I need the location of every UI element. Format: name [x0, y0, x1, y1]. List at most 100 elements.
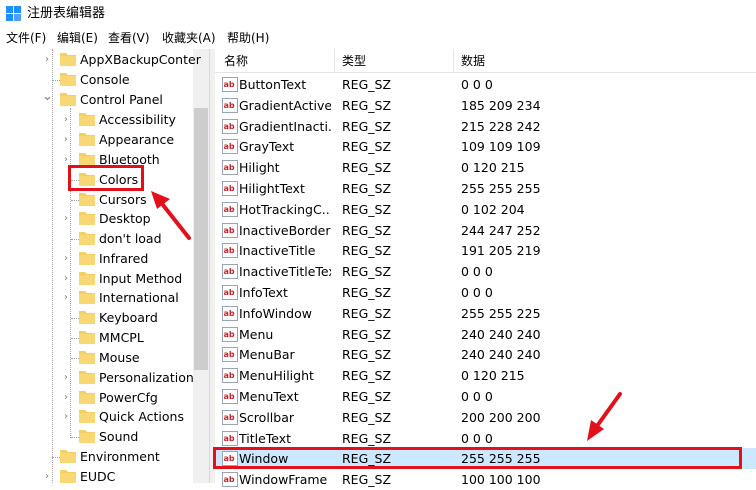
svg-text:ab: ab: [224, 267, 235, 276]
menu-file[interactable]: 文件(F): [6, 30, 46, 46]
list-item[interactable]: ab InactiveTitle REG_SZ 191 205 219: [215, 240, 756, 261]
svg-text:ab: ab: [224, 226, 235, 235]
tree-item[interactable]: › PowerCfg: [0, 388, 192, 408]
tree-item[interactable]: MMCPL: [0, 328, 192, 348]
list-item-name: GrayText: [239, 139, 295, 154]
string-value-icon: ab: [222, 327, 238, 342]
tree-item[interactable]: › Input Method: [0, 269, 192, 289]
list-item-type: REG_SZ: [342, 410, 392, 425]
chevron-down-icon[interactable]: ⌄: [42, 90, 53, 104]
tree-item[interactable]: › Infrared: [0, 249, 192, 269]
list-item[interactable]: ab GradientActive... REG_SZ 185 209 234: [215, 95, 756, 116]
tree-item[interactable]: Mouse: [0, 348, 192, 368]
menu-view[interactable]: 查看(V): [108, 30, 150, 46]
chevron-right-icon[interactable]: ›: [61, 391, 71, 405]
tree-item[interactable]: ⌄ Control Panel: [0, 90, 192, 110]
chevron-right-icon[interactable]: ›: [61, 291, 71, 305]
column-divider[interactable]: [453, 49, 454, 73]
svg-text:ab: ab: [224, 184, 235, 193]
list-item-name: GradientActive...: [239, 98, 331, 113]
column-divider[interactable]: [334, 49, 335, 73]
tree-item[interactable]: › Accessibility: [0, 110, 192, 130]
svg-text:ab: ab: [224, 330, 235, 339]
list-item-type: REG_SZ: [342, 264, 392, 279]
list-item[interactable]: ab HilightText REG_SZ 255 255 255: [215, 178, 756, 199]
list-item-data: 240 240 240: [461, 327, 541, 342]
list-item-data: 200 200 200: [461, 410, 541, 425]
list-item[interactable]: ab GradientInacti... REG_SZ 215 228 242: [215, 116, 756, 137]
list-item-data: 255 255 225: [461, 306, 541, 321]
list-item[interactable]: ab InactiveTitleText REG_SZ 0 0 0: [215, 261, 756, 282]
tree-scrollbar-thumb[interactable]: [194, 108, 208, 370]
svg-text:ab: ab: [224, 122, 235, 131]
tree-item[interactable]: don't load: [0, 229, 192, 249]
column-header-data[interactable]: 数据: [461, 53, 485, 69]
title-bar: 注册表编辑器: [0, 0, 756, 28]
svg-text:ab: ab: [224, 142, 235, 151]
list-item-name: InfoWindow: [239, 306, 312, 321]
chevron-right-icon[interactable]: ›: [61, 133, 71, 147]
svg-text:ab: ab: [224, 246, 235, 255]
list-item[interactable]: ab MenuBar REG_SZ 240 240 240: [215, 344, 756, 365]
list-item-data: 100 100 100: [461, 472, 541, 487]
tree-item[interactable]: › Desktop: [0, 209, 192, 229]
list-item-type: REG_SZ: [342, 119, 392, 134]
tree-item[interactable]: › EUDC: [0, 467, 192, 487]
list-item-type: REG_SZ: [342, 368, 392, 383]
chevron-right-icon[interactable]: ›: [61, 371, 71, 385]
tree-item[interactable]: › International: [0, 288, 192, 308]
chevron-right-icon[interactable]: ›: [61, 410, 71, 424]
tree-item[interactable]: › AppXBackupConter: [0, 50, 201, 70]
tree-item[interactable]: › Appearance: [0, 130, 192, 150]
list-item-type: REG_SZ: [342, 98, 392, 113]
list-item-type: REG_SZ: [342, 223, 392, 238]
tree-item-label: Input Method: [99, 271, 183, 286]
list-item[interactable]: ab Scrollbar REG_SZ 200 200 200: [215, 407, 756, 428]
list-item-type: REG_SZ: [342, 389, 392, 404]
chevron-right-icon[interactable]: ›: [61, 113, 71, 127]
folder-icon: [60, 470, 76, 483]
list-item-type: REG_SZ: [342, 181, 392, 196]
svg-text:ab: ab: [224, 163, 235, 172]
menu-help[interactable]: 帮助(H): [227, 30, 269, 46]
list-item[interactable]: ab Hilight REG_SZ 0 120 215: [215, 157, 756, 178]
list-item[interactable]: ab InactiveBorder REG_SZ 244 247 252: [215, 220, 756, 241]
svg-text:ab: ab: [224, 434, 235, 443]
chevron-right-icon[interactable]: ›: [61, 272, 71, 286]
column-header-name[interactable]: 名称: [224, 53, 248, 69]
folder-icon: [79, 232, 95, 245]
list-item[interactable]: ab WindowFrame REG_SZ 100 100 100: [215, 469, 756, 490]
tree-item[interactable]: Cursors: [0, 190, 192, 210]
list-item[interactable]: ab MenuText REG_SZ 0 0 0: [215, 386, 756, 407]
list-item[interactable]: ab MenuHilight REG_SZ 0 120 215: [215, 365, 756, 386]
list-item[interactable]: ab InfoText REG_SZ 0 0 0: [215, 282, 756, 303]
list-item[interactable]: ab HotTrackingC... REG_SZ 0 102 204: [215, 199, 756, 220]
list-item[interactable]: ab ButtonText REG_SZ 0 0 0: [215, 74, 756, 95]
chevron-right-icon[interactable]: ›: [61, 252, 71, 266]
regedit-icon: [6, 6, 21, 21]
list-item[interactable]: ab InfoWindow REG_SZ 255 255 225: [215, 303, 756, 324]
folder-icon: [60, 73, 76, 86]
list-item-name: MenuText: [239, 389, 299, 404]
column-header-type[interactable]: 类型: [342, 53, 366, 69]
list-item-name: Scrollbar: [239, 410, 294, 425]
list-item[interactable]: ab Menu REG_SZ 240 240 240: [215, 324, 756, 345]
list-item[interactable]: ab GrayText REG_SZ 109 109 109: [215, 136, 756, 157]
tree-item[interactable]: › Personalization: [0, 368, 194, 388]
list-item-name: InactiveBorder: [239, 223, 331, 238]
chevron-right-icon[interactable]: ›: [42, 470, 52, 484]
chevron-right-icon[interactable]: ›: [42, 53, 52, 67]
tree-item-label: Console: [80, 72, 130, 87]
folder-icon: [79, 410, 95, 423]
list-item[interactable]: ab TitleText REG_SZ 0 0 0: [215, 428, 756, 449]
tree-item[interactable]: Console: [0, 70, 192, 90]
tree-item[interactable]: Environment: [0, 447, 192, 467]
menu-favorites[interactable]: 收藏夹(A): [162, 30, 216, 46]
chevron-right-icon[interactable]: ›: [61, 212, 71, 226]
list-item-name: TitleText: [239, 431, 292, 446]
tree-item[interactable]: › Quick Actions: [0, 407, 192, 427]
tree-item[interactable]: Keyboard: [0, 308, 192, 328]
tree-guide-line: [52, 80, 60, 81]
tree-item[interactable]: Sound: [0, 427, 192, 447]
menu-edit[interactable]: 编辑(E): [57, 30, 98, 46]
